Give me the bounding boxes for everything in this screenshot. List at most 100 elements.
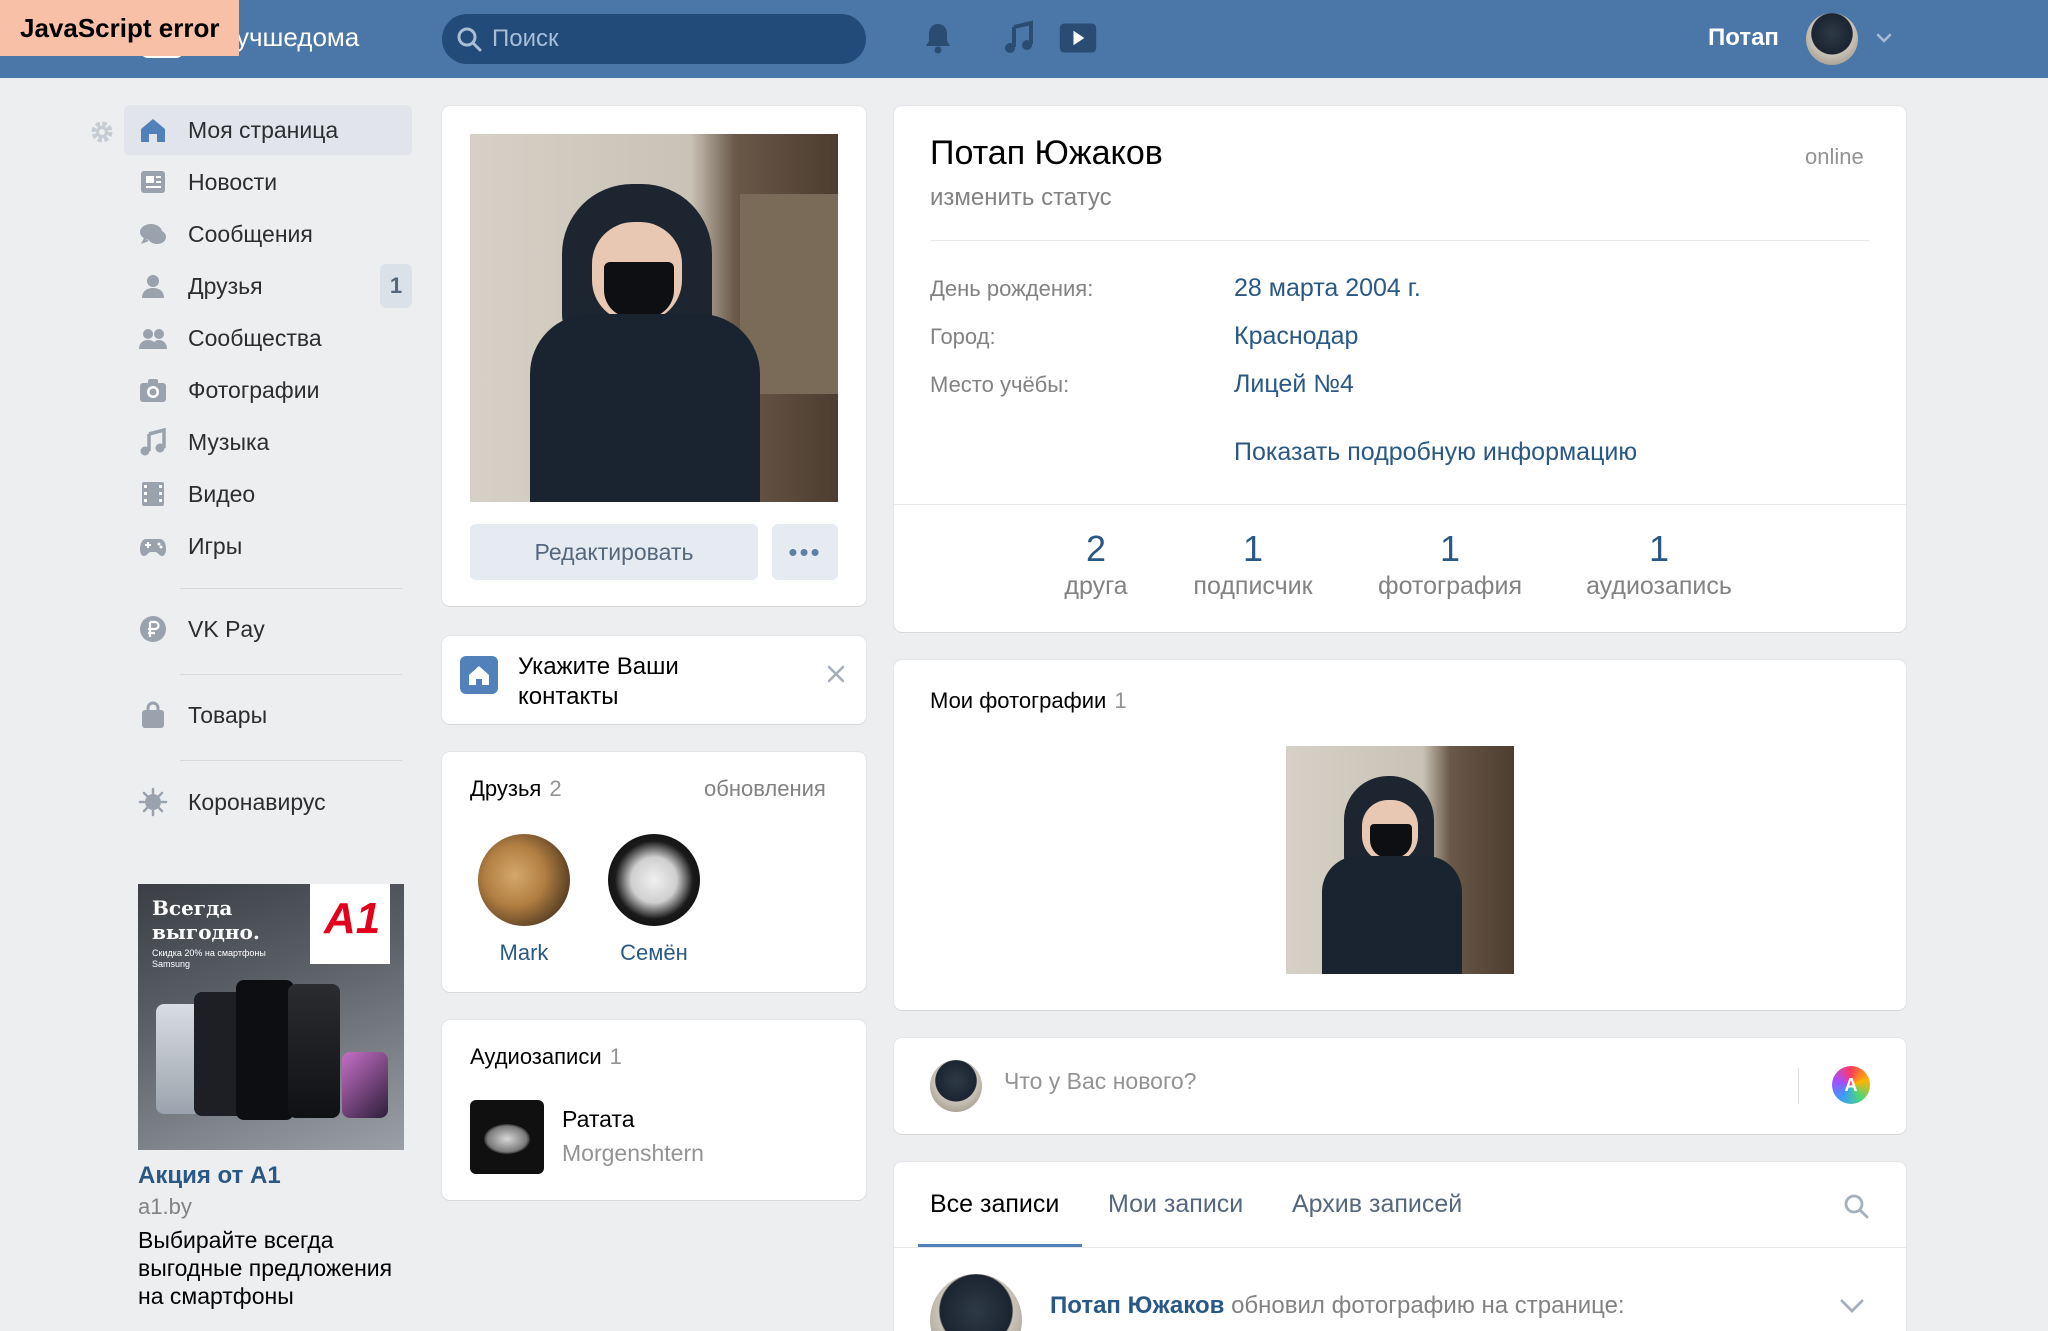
friends-badge: 1 [380, 264, 412, 308]
bell-icon[interactable] [918, 18, 958, 58]
friends-title-text: Друзья [470, 776, 542, 801]
profile-divider [930, 240, 1870, 241]
post-author-name[interactable]: Потап Южаков [1050, 1292, 1224, 1319]
audio-title[interactable]: Аудиозаписи 1 [470, 1044, 622, 1070]
header-avatar[interactable] [1806, 13, 1858, 65]
nav-coronavirus[interactable]: Коронавирус [124, 777, 412, 827]
friend-item[interactable]: Семён [594, 834, 714, 966]
school-label: Место учёбы: [930, 372, 1070, 397]
audio-track-title[interactable]: Ратата [562, 1106, 635, 1133]
nav-label: Сообщения [188, 220, 313, 247]
tab-archive[interactable]: Архив записей [1292, 1190, 1462, 1219]
search-bar[interactable] [442, 14, 866, 64]
contacts-prompt-text[interactable]: Укажите Ваши контакты [518, 652, 768, 712]
counter-audio[interactable]: 1 аудиозапись [1572, 528, 1746, 601]
counter-value: 1 [1439, 528, 1461, 569]
my-photos-title[interactable]: Мои фотографии 1 [930, 688, 1127, 714]
school-value[interactable]: Лицей №4 [1234, 370, 1354, 399]
nav-games[interactable]: Игры [124, 521, 412, 571]
nav-vkpay[interactable]: VK Pay [124, 604, 412, 654]
chevron-down-icon[interactable] [1874, 28, 1894, 48]
search-input[interactable] [492, 14, 852, 64]
video-icon [142, 482, 164, 506]
counter-value: 2 [1085, 528, 1107, 569]
gear-icon[interactable] [88, 118, 116, 146]
nav-messages[interactable]: Сообщения [124, 209, 412, 259]
friend-avatar [478, 834, 570, 926]
video-play-icon[interactable] [1058, 18, 1098, 58]
nav-photos[interactable]: Фотографии [124, 365, 412, 415]
nav-video[interactable]: Видео [124, 469, 412, 519]
friend-name: Семён [620, 940, 688, 965]
counter-friends[interactable]: 2 друга [1044, 528, 1148, 601]
edit-profile-button[interactable]: Редактировать [470, 524, 758, 580]
friends-updates-link[interactable]: обновления [704, 776, 826, 802]
music-note-icon[interactable] [1000, 18, 1040, 58]
nav-friends[interactable]: Друзья 1 [124, 261, 412, 311]
nav-goods[interactable]: Товары [124, 690, 412, 740]
phone-image [342, 1052, 388, 1118]
top-header: учшедома Потап [0, 0, 2048, 78]
friend-item[interactable]: Mark [464, 834, 584, 966]
nav-news[interactable]: Новости [124, 157, 412, 207]
my-photos-count: 1 [1114, 688, 1127, 713]
home-contact-icon [460, 656, 498, 694]
search-icon [457, 27, 482, 52]
nav-label: Новости [188, 168, 278, 195]
birthday-label: День рождения: [930, 276, 1094, 301]
gamepad-icon [140, 539, 166, 556]
friends-title[interactable]: Друзья 2 [470, 776, 562, 802]
close-icon[interactable] [824, 662, 848, 686]
composer-separator [1798, 1068, 1799, 1104]
ruble-icon [140, 616, 166, 642]
nav-label: Видео [188, 480, 256, 507]
camera-icon [140, 379, 166, 402]
city-value[interactable]: Краснодар [1234, 322, 1358, 351]
nav-groups[interactable]: Сообщества [124, 313, 412, 363]
nav-label: Моя страница [188, 116, 339, 143]
friend-name: Mark [499, 940, 549, 965]
messages-icon [140, 224, 166, 244]
chevron-down-icon[interactable] [1838, 1296, 1866, 1316]
nav-my-page[interactable]: Моя страница [124, 105, 412, 155]
a1-logo: A1 [310, 884, 390, 964]
online-indicator: online [1805, 144, 1864, 169]
birthday-value[interactable]: 28 марта 2004 г. [1234, 274, 1421, 303]
phone-image [288, 984, 340, 1118]
counter-value: 1 [1648, 528, 1670, 569]
profile-photo[interactable] [470, 134, 838, 502]
composer-input[interactable]: Что у Вас нового? [1004, 1068, 1196, 1095]
nav-divider [180, 760, 402, 761]
counter-label: друга [1064, 572, 1128, 600]
ad-banner-image[interactable]: Всегда выгодно. Скидка 20% на смартфоны … [138, 884, 404, 1150]
logo-text[interactable]: учшедома [236, 22, 359, 53]
search-icon[interactable] [1842, 1192, 1870, 1220]
audio-track-artist[interactable]: Morgenshtern [562, 1140, 704, 1167]
ad-description[interactable]: Выбирайте всегда выгодные предложения на… [138, 1226, 408, 1310]
counter-photos[interactable]: 1 фотография [1370, 528, 1530, 601]
groups-icon [139, 329, 167, 349]
news-icon [141, 171, 165, 193]
audio-count: 1 [609, 1044, 622, 1069]
nav-divider [180, 674, 402, 675]
audio-cover[interactable] [470, 1100, 544, 1174]
tab-all-posts[interactable]: Все записи [930, 1190, 1059, 1219]
virus-icon [138, 787, 168, 817]
nav-label: Сообщества [188, 324, 322, 351]
ad-title[interactable]: Акция от А1 [138, 1162, 281, 1190]
text-style-icon[interactable]: A [1832, 1066, 1870, 1104]
counter-followers[interactable]: 1 подписчик [1176, 528, 1330, 601]
photo-thumbnail[interactable] [1286, 746, 1514, 974]
show-details-link[interactable]: Показать подробную информацию [1234, 438, 1637, 467]
ad-domain[interactable]: a1.by [138, 1194, 192, 1220]
ad-headline: Всегда выгодно. [152, 896, 260, 944]
tab-my-posts[interactable]: Мои записи [1108, 1190, 1243, 1219]
music-icon [140, 427, 166, 456]
header-user-name[interactable]: Потап [1708, 24, 1779, 52]
change-status-link[interactable]: изменить статус [930, 184, 1112, 212]
wall-divider [894, 1247, 1906, 1248]
nav-music[interactable]: Музыка [124, 417, 412, 467]
phone-image [236, 980, 294, 1120]
more-actions-button[interactable]: ••• [772, 524, 838, 580]
my-photos-title-text: Мои фотографии [930, 688, 1107, 713]
